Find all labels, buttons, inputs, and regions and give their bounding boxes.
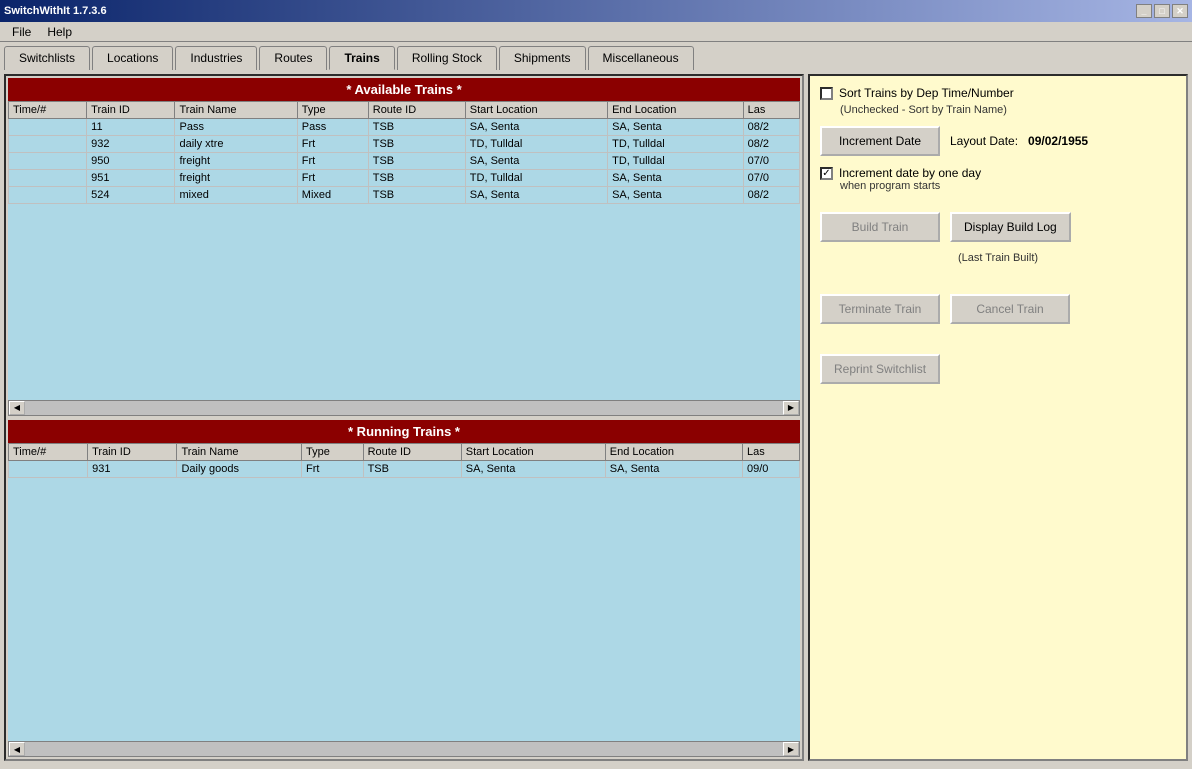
increment-date-button[interactable]: Increment Date	[820, 126, 940, 156]
title-bar-buttons: _ □ ✕	[1136, 4, 1188, 18]
cancel-train-button[interactable]: Cancel Train	[950, 294, 1070, 324]
build-train-button[interactable]: Build Train	[820, 212, 940, 242]
layout-date-value: 09/02/1955	[1028, 134, 1088, 148]
close-button[interactable]: ✕	[1172, 4, 1188, 18]
menu-file[interactable]: File	[4, 23, 39, 41]
build-section: Build Train Display Build Log	[820, 212, 1176, 242]
running-trains-scrollbar[interactable]: ◀ ▶	[8, 741, 800, 757]
scroll-left-run[interactable]: ◀	[9, 742, 25, 756]
available-train-row[interactable]: 11PassPassTSBSA, SentaSA, Senta08/2	[9, 119, 800, 136]
tab-switchlists[interactable]: Switchlists	[4, 46, 90, 70]
tab-miscellaneous[interactable]: Miscellaneous	[588, 46, 694, 70]
col-routeid-run: Route ID	[363, 443, 461, 460]
col-endloc-run: End Location	[605, 443, 742, 460]
available-train-row[interactable]: 932daily xtreFrtTSBTD, TulldalTD, Tullda…	[9, 136, 800, 153]
scroll-right-run[interactable]: ▶	[783, 742, 799, 756]
sort-checkbox[interactable]	[820, 87, 833, 100]
title-bar: SwitchWithIt 1.7.3.6 _ □ ✕	[0, 0, 1192, 22]
tab-routes[interactable]: Routes	[259, 46, 327, 70]
increment-date-row: Increment Date Layout Date: 09/02/1955	[820, 126, 1176, 156]
layout-date-label: Layout Date:	[950, 134, 1018, 148]
available-trains-scrollbar[interactable]: ◀ ▶	[8, 400, 800, 416]
display-build-log-button[interactable]: Display Build Log	[950, 212, 1071, 242]
available-train-row[interactable]: 950freightFrtTSBSA, SentaTD, Tulldal07/0	[9, 153, 800, 170]
tab-rolling-stock[interactable]: Rolling Stock	[397, 46, 497, 70]
col-trainid-avail: Train ID	[87, 102, 175, 119]
sort-section: Sort Trains by Dep Time/Number (Unchecke…	[820, 86, 1176, 116]
minimize-button[interactable]: _	[1136, 4, 1152, 18]
scroll-track-avail	[25, 401, 783, 415]
scroll-track-run	[25, 742, 783, 756]
increment-day-row: Increment date by one day	[820, 166, 1176, 180]
running-trains-table: Time/# Train ID Train Name Type Route ID…	[8, 443, 800, 478]
available-train-row[interactable]: 951freightFrtTSBTD, TulldalSA, Senta07/0	[9, 170, 800, 187]
col-last-avail: Las	[743, 102, 799, 119]
available-trains-table-container[interactable]: Time/# Train ID Train Name Type Route ID…	[8, 101, 800, 400]
scroll-right-avail[interactable]: ▶	[783, 401, 799, 415]
menu-help[interactable]: Help	[39, 23, 80, 41]
sort-label: Sort Trains by Dep Time/Number	[839, 86, 1014, 100]
increment-day-checkbox[interactable]	[820, 167, 833, 180]
tab-trains[interactable]: Trains	[329, 46, 394, 70]
terminate-section: Terminate Train Cancel Train	[820, 294, 1176, 324]
running-trains-header: * Running Trains *	[8, 420, 800, 443]
col-routeid-avail: Route ID	[368, 102, 465, 119]
terminate-train-button[interactable]: Terminate Train	[820, 294, 940, 324]
increment-day-label: Increment date by one day	[839, 166, 981, 180]
col-type-avail: Type	[297, 102, 368, 119]
col-endloc-avail: End Location	[608, 102, 744, 119]
col-trainname-run: Train Name	[177, 443, 302, 460]
available-trains-section: * Available Trains * Time/# Train ID Tra…	[8, 78, 800, 416]
tab-shipments[interactable]: Shipments	[499, 46, 586, 70]
running-trains-section: * Running Trains * Time/# Train ID Train…	[8, 420, 800, 758]
col-startloc-avail: Start Location	[465, 102, 607, 119]
scroll-left-avail[interactable]: ◀	[9, 401, 25, 415]
window-title: SwitchWithIt 1.7.3.6	[4, 5, 107, 17]
available-trains-header: * Available Trains *	[8, 78, 800, 101]
sort-sublabel: (Unchecked - Sort by Train Name)	[840, 104, 1176, 116]
last-train-built-label: (Last Train Built)	[820, 252, 1176, 264]
maximize-button[interactable]: □	[1154, 4, 1170, 18]
col-startloc-run: Start Location	[461, 443, 605, 460]
col-trainname-avail: Train Name	[175, 102, 297, 119]
increment-day-section: Increment date by one day when program s…	[820, 166, 1176, 192]
col-last-run: Las	[742, 443, 799, 460]
tab-industries[interactable]: Industries	[175, 46, 257, 70]
available-train-row[interactable]: 524mixedMixedTSBSA, SentaSA, Senta08/2	[9, 187, 800, 204]
reprint-section: Reprint Switchlist	[820, 354, 1176, 384]
col-type-run: Type	[302, 443, 364, 460]
tab-bar: Switchlists Locations Industries Routes …	[0, 42, 1192, 70]
menu-bar: File Help	[0, 22, 1192, 42]
right-panel: Sort Trains by Dep Time/Number (Unchecke…	[808, 74, 1188, 761]
running-train-row[interactable]: 931Daily goodsFrtTSBSA, SentaSA, Senta09…	[9, 460, 800, 477]
reprint-switchlist-button[interactable]: Reprint Switchlist	[820, 354, 940, 384]
col-time-run: Time/#	[9, 443, 88, 460]
available-trains-table: Time/# Train ID Train Name Type Route ID…	[8, 101, 800, 204]
col-time-avail: Time/#	[9, 102, 87, 119]
main-content: * Available Trains * Time/# Train ID Tra…	[0, 70, 1192, 765]
increment-day-sublabel: when program starts	[840, 180, 1176, 192]
left-panel: * Available Trains * Time/# Train ID Tra…	[4, 74, 804, 761]
running-trains-table-container[interactable]: Time/# Train ID Train Name Type Route ID…	[8, 443, 800, 742]
col-trainid-run: Train ID	[88, 443, 177, 460]
sort-row: Sort Trains by Dep Time/Number	[820, 86, 1176, 100]
tab-locations[interactable]: Locations	[92, 46, 173, 70]
